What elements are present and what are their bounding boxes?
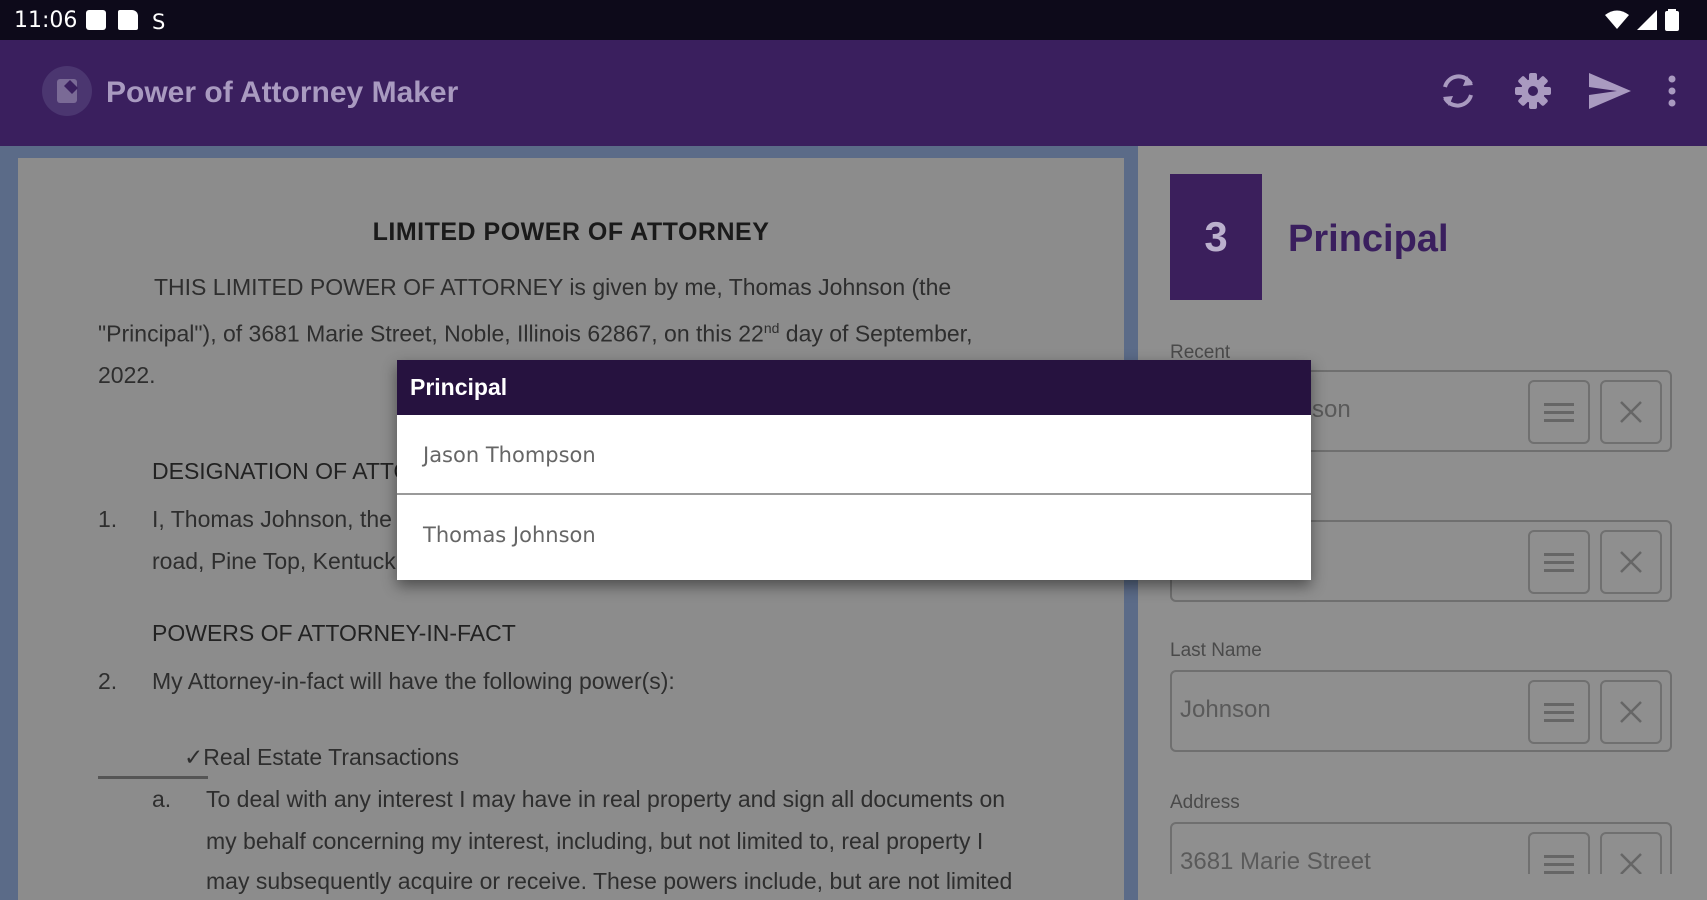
notification-icon — [86, 10, 106, 30]
last-name-field-value: Johnson — [1180, 696, 1271, 723]
close-icon — [1620, 551, 1642, 573]
dialog-option-jason-thompson[interactable]: Jason Thompson — [397, 415, 1311, 495]
sub-item-a-line-1: To deal with any interest I may have in … — [206, 786, 1006, 812]
real-estate-checkbox-label: ✓Real Estate Transactions — [184, 744, 459, 770]
principal-picker-dialog: Principal Jason Thompson Thomas Johnson — [397, 360, 1311, 580]
sync-icon[interactable] — [1437, 70, 1479, 117]
recent-field-value: son — [1312, 396, 1351, 423]
app-title: Power of Attorney Maker — [106, 76, 459, 109]
checkbox-underline — [98, 776, 208, 779]
menu-lines-icon — [1544, 553, 1574, 572]
item-1-line-2: road, Pine Top, Kentuck — [152, 548, 396, 574]
address-field-value: 3681 Marie Street — [1180, 848, 1371, 874]
svg-text:S: S — [152, 10, 165, 32]
list-button[interactable] — [1528, 380, 1590, 444]
close-icon — [1620, 853, 1642, 874]
sd-card-icon — [118, 10, 138, 30]
intro-line-1: THIS LIMITED POWER OF ATTORNEY is given … — [154, 274, 952, 300]
wifi-icon — [1605, 10, 1629, 29]
clear-button[interactable] — [1600, 530, 1662, 594]
clear-button[interactable] — [1600, 380, 1662, 444]
sync-status-icon: S — [152, 10, 165, 32]
gear-icon[interactable] — [1513, 71, 1553, 116]
last-name-field[interactable]: Johnson — [1170, 670, 1672, 752]
list-button[interactable] — [1528, 680, 1590, 744]
item-2-text: My Attorney-in-fact will have the follow… — [152, 668, 675, 694]
menu-lines-icon — [1544, 855, 1574, 874]
menu-lines-icon — [1544, 403, 1574, 422]
dialog-option-thomas-johnson[interactable]: Thomas Johnson — [397, 495, 1311, 578]
field-label-last-name: Last Name — [1170, 640, 1262, 661]
item-1-line-1: I, Thomas Johnson, the — [152, 506, 392, 532]
item-1-number: 1. — [98, 506, 118, 532]
clear-button[interactable] — [1600, 832, 1662, 874]
close-icon — [1620, 401, 1642, 423]
more-vert-icon[interactable] — [1667, 74, 1677, 113]
step-title: Principal — [1288, 218, 1449, 260]
battery-icon — [1665, 9, 1679, 31]
sub-item-a-line-2: my behalf concerning my interest, includ… — [206, 828, 984, 854]
status-notification-icons: S — [86, 10, 170, 32]
step-number-badge: 3 — [1170, 174, 1262, 300]
address-field[interactable]: 3681 Marie Street — [1170, 822, 1672, 874]
sub-item-a-line-3: may subsequently acquire or receive. The… — [206, 868, 1013, 894]
status-bar: 11:06 S — [0, 0, 1707, 40]
intro-line-2: "Principal"), of 3681 Marie Street, Nobl… — [98, 320, 973, 347]
section-heading-designation: DESIGNATION OF ATTO — [152, 458, 412, 484]
list-button[interactable] — [1528, 832, 1590, 874]
app-bar-actions — [1437, 70, 1677, 117]
cell-signal-icon — [1637, 10, 1657, 30]
sub-item-a-label: a. — [152, 786, 172, 812]
app-bar: Power of Attorney Maker — [0, 40, 1707, 146]
status-system-icons — [1605, 9, 1679, 31]
dialog-title: Principal — [397, 360, 1311, 415]
intro-line-3: 2022. — [98, 362, 156, 388]
clear-button[interactable] — [1600, 680, 1662, 744]
section-heading-powers: POWERS OF ATTORNEY-IN-FACT — [152, 620, 516, 646]
item-2-number: 2. — [98, 668, 118, 694]
list-button[interactable] — [1528, 530, 1590, 594]
menu-lines-icon — [1544, 703, 1574, 722]
field-label-address: Address — [1170, 792, 1240, 813]
status-time: 11:06 — [14, 8, 78, 33]
close-icon — [1620, 701, 1642, 723]
address-field-clip: 3681 Marie Street — [1138, 822, 1707, 874]
document-title: LIMITED POWER OF ATTORNEY — [372, 218, 770, 246]
app-logo-icon — [42, 66, 92, 116]
send-icon[interactable] — [1587, 71, 1633, 116]
